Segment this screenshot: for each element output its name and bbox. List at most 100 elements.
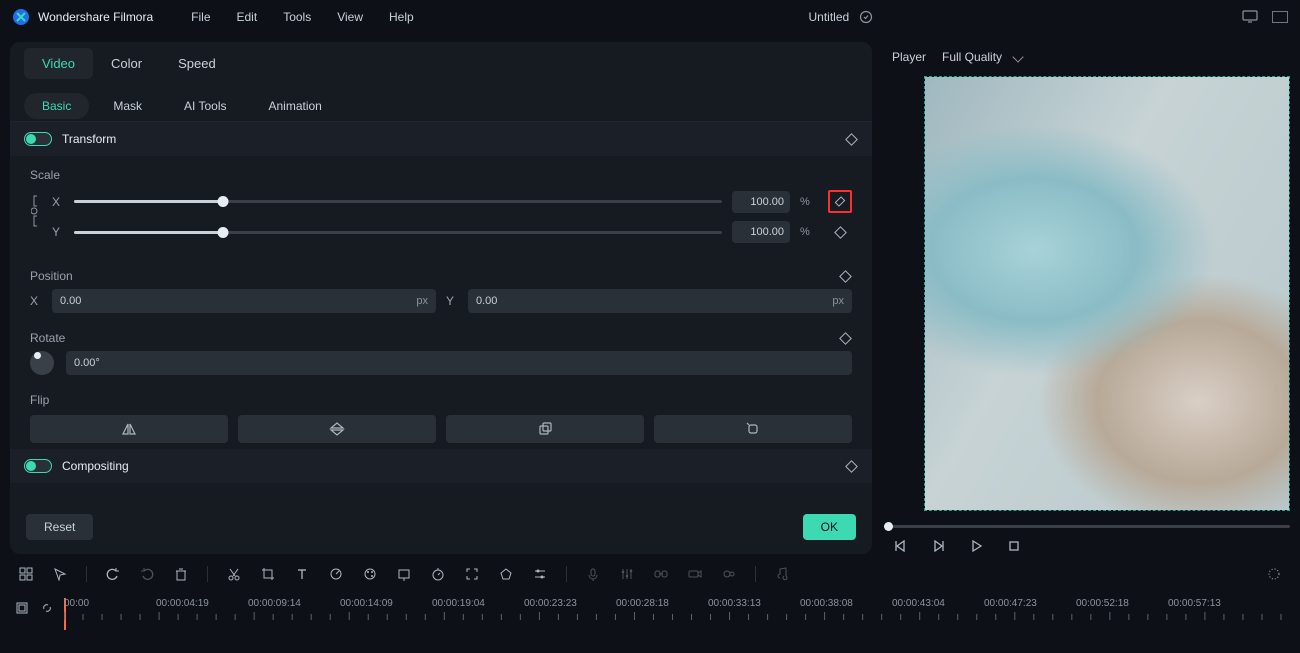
timeline-tick-label: 00:00:57:13 [1168, 598, 1260, 609]
player-play-icon[interactable] [968, 538, 984, 554]
reset-button[interactable]: Reset [26, 514, 93, 540]
section-compositing-header[interactable]: Compositing [10, 449, 872, 483]
scale-y-label: Y [52, 225, 64, 239]
menu-tools[interactable]: Tools [283, 10, 311, 24]
scale-y-keyframe-icon[interactable] [828, 228, 852, 237]
flip-vertical-button[interactable] [238, 415, 436, 443]
timeline-tick-label: 00:00 [64, 598, 156, 609]
menu-help[interactable]: Help [389, 10, 414, 24]
player-stop-icon[interactable] [1006, 538, 1022, 554]
tl-music-icon[interactable] [774, 566, 790, 582]
tl-fullscreen-icon[interactable] [464, 566, 480, 582]
player-scrub-thumb[interactable] [884, 522, 893, 531]
tl-smart-icon[interactable] [721, 566, 737, 582]
tl-sep [566, 566, 567, 582]
rotate-value-input[interactable]: 0.00° [66, 351, 852, 375]
transform-keyframe-icon[interactable] [844, 132, 858, 146]
scale-x-keyframe-icon[interactable] [828, 190, 852, 213]
rotate-dial[interactable] [30, 351, 54, 375]
scale-y-slider[interactable] [74, 231, 722, 234]
tl-unlink-icon[interactable] [39, 600, 54, 616]
scale-link-icon[interactable] [30, 190, 44, 232]
ok-button[interactable]: OK [803, 514, 856, 540]
transform-title: Transform [62, 132, 844, 146]
app-title: Wondershare Filmora [38, 10, 153, 24]
transform-toggle[interactable] [24, 132, 52, 146]
tl-mixer-icon[interactable] [619, 566, 635, 582]
scale-x-unit: % [800, 196, 818, 208]
position-x-unit: px [416, 295, 428, 307]
compositing-toggle[interactable] [24, 459, 52, 473]
subtab-ai-tools[interactable]: AI Tools [166, 93, 244, 119]
timeline-tick-label: 00:00:14:09 [340, 598, 432, 609]
scale-x-value[interactable]: 100.00 [732, 191, 790, 213]
timeline-tick-label: 00:00:47:23 [984, 598, 1076, 609]
position-keyframe-icon[interactable] [838, 269, 852, 283]
player-step-back-icon[interactable] [930, 538, 946, 554]
position-y-input[interactable]: 0.00 px [468, 289, 852, 313]
tl-adjust-icon[interactable] [532, 566, 548, 582]
position-x-input[interactable]: 0.00 px [52, 289, 436, 313]
tl-color-icon[interactable] [362, 566, 378, 582]
tab-color[interactable]: Color [93, 48, 160, 79]
player-quality-select[interactable]: Full Quality [942, 50, 1022, 64]
timeline-area: 00:0000:00:04:1900:00:09:1400:00:14:0900… [0, 594, 1300, 630]
tl-voice-icon[interactable] [585, 566, 601, 582]
tl-redo-icon[interactable] [139, 566, 155, 582]
tl-speed-ramp-icon[interactable] [328, 566, 344, 582]
tl-crop-icon[interactable] [260, 566, 276, 582]
position-x-label: X [30, 294, 42, 308]
timeline-tick-label: 00:00:28:18 [616, 598, 708, 609]
menu-edit[interactable]: Edit [237, 10, 258, 24]
timeline-toolbar [0, 554, 1300, 594]
rotate-label: Rotate [30, 331, 65, 345]
tl-undo-icon[interactable] [105, 566, 121, 582]
display-icon[interactable] [1242, 10, 1258, 24]
inspector-tabs-top: Video Color Speed [10, 42, 872, 84]
player-scrubber[interactable] [884, 525, 1290, 528]
flip-copy-button[interactable] [446, 415, 644, 443]
subtab-basic[interactable]: Basic [24, 93, 89, 119]
tl-text-icon[interactable] [294, 566, 310, 582]
tl-delete-icon[interactable] [173, 566, 189, 582]
flip-horizontal-button[interactable] [30, 415, 228, 443]
rotate-keyframe-icon[interactable] [838, 331, 852, 345]
cloud-sync-icon[interactable] [859, 10, 873, 24]
tl-sep [755, 566, 756, 582]
tl-grid-icon[interactable] [18, 566, 34, 582]
subtab-mask[interactable]: Mask [95, 93, 160, 119]
position-y-unit: px [832, 295, 844, 307]
player-viewport[interactable] [924, 76, 1290, 511]
tl-track-icon[interactable] [14, 600, 29, 616]
video-preview [925, 77, 1289, 510]
tl-record-icon[interactable] [687, 566, 703, 582]
compositing-title: Compositing [62, 459, 844, 473]
tab-speed[interactable]: Speed [160, 48, 234, 79]
scale-x-slider[interactable] [74, 200, 722, 203]
position-x-value: 0.00 [60, 295, 81, 307]
tl-export-frame-icon[interactable] [396, 566, 412, 582]
flip-rotate-button[interactable] [654, 415, 852, 443]
tl-marker-icon[interactable] [498, 566, 514, 582]
tl-settings-icon[interactable] [1266, 566, 1282, 582]
timeline-ruler[interactable]: 00:0000:00:04:1900:00:09:1400:00:14:0900… [64, 598, 1300, 630]
compositing-keyframe-icon[interactable] [844, 459, 858, 473]
timeline-tick-label: 00:00:38:08 [800, 598, 892, 609]
main-area: Video Color Speed Basic Mask AI Tools An… [0, 34, 1300, 554]
timeline-tick-label: 00:00:04:19 [156, 598, 248, 609]
timeline-tick-label: 00:00:43:04 [892, 598, 984, 609]
section-transform-header[interactable]: Transform [10, 122, 872, 156]
menu-file[interactable]: File [191, 10, 210, 24]
tab-video[interactable]: Video [24, 48, 93, 79]
player-label: Player [892, 50, 926, 64]
subtab-animation[interactable]: Animation [250, 93, 339, 119]
tl-split-icon[interactable] [226, 566, 242, 582]
scale-y-value[interactable]: 100.00 [732, 221, 790, 243]
menu-view[interactable]: View [337, 10, 363, 24]
player-prev-icon[interactable] [892, 538, 908, 554]
window-restore-icon[interactable] [1272, 11, 1288, 23]
tl-link-icon[interactable] [653, 566, 669, 582]
inspector-panel: Video Color Speed Basic Mask AI Tools An… [10, 42, 872, 554]
tl-timer-icon[interactable] [430, 566, 446, 582]
tl-cursor-icon[interactable] [52, 566, 68, 582]
